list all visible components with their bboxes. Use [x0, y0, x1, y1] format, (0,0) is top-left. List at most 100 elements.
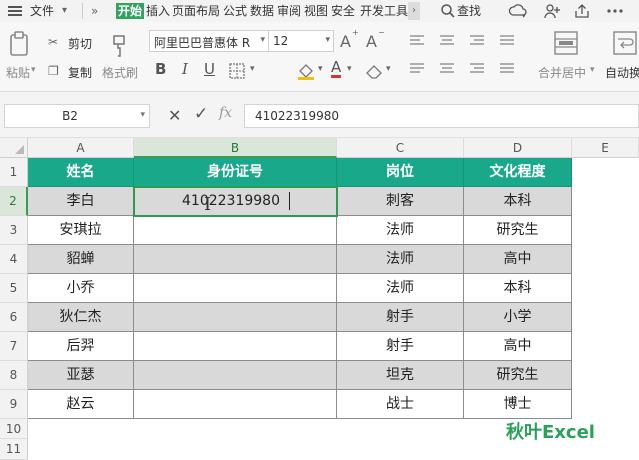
tab-insert[interactable]: 插入 — [146, 3, 170, 19]
row-header[interactable]: 5 — [0, 274, 28, 303]
wrap-text-button[interactable]: 自动换 — [605, 64, 639, 81]
table-cell[interactable] — [134, 216, 337, 245]
tab-formulas[interactable]: 公式 — [223, 3, 247, 19]
tab-home[interactable]: 开始 — [116, 3, 145, 19]
table-cell[interactable]: 研究生 — [464, 361, 572, 390]
table-cell[interactable]: 博士 — [464, 390, 572, 419]
table-cell[interactable]: 李白 — [28, 187, 134, 216]
table-cell[interactable] — [134, 303, 337, 332]
table-cell[interactable] — [134, 274, 337, 303]
table-cell[interactable]: 法师 — [337, 245, 464, 274]
chevron-down-icon[interactable]: ▾ — [260, 35, 265, 45]
tab-review[interactable]: 审阅 — [277, 3, 301, 19]
row-header[interactable]: 4 — [0, 245, 28, 274]
header-cell-education[interactable]: 文化程度 — [464, 158, 572, 187]
tab-developer[interactable]: 开发工具 — [360, 3, 408, 19]
formula-input[interactable]: 41022319980 — [244, 104, 639, 128]
format-painter-button[interactable]: 格式刷 — [102, 64, 138, 81]
column-header-d[interactable]: D — [464, 138, 572, 158]
share-icon[interactable] — [572, 2, 592, 20]
header-cell-position[interactable]: 岗位 — [337, 158, 464, 187]
column-header-c[interactable]: C — [337, 138, 464, 158]
table-cell[interactable]: 小学 — [464, 303, 572, 332]
row-header[interactable]: 11 — [0, 439, 28, 460]
search-icon[interactable] — [440, 3, 456, 19]
table-cell[interactable]: 本科 — [464, 274, 572, 303]
name-box[interactable]: B2 ▾ — [4, 104, 150, 128]
underline-button[interactable]: U — [204, 60, 215, 78]
chevron-down-icon[interactable]: ▾ — [347, 64, 352, 74]
row-header[interactable]: 9 — [0, 390, 28, 419]
tab-view[interactable]: 视图 — [304, 3, 328, 19]
select-all-corner[interactable] — [0, 138, 28, 158]
table-cell[interactable]: 赵云 — [28, 390, 134, 419]
table-cell[interactable]: 后羿 — [28, 332, 134, 361]
tab-security[interactable]: 安全 — [331, 3, 355, 19]
table-cell[interactable]: 法师 — [337, 216, 464, 245]
table-cell[interactable]: 战士 — [337, 390, 464, 419]
user-share-icon[interactable] — [542, 2, 562, 20]
font-color-button[interactable]: A — [331, 59, 342, 78]
chevron-down-icon[interactable]: ▾ — [140, 110, 145, 120]
chevron-down-icon[interactable]: ▾ — [31, 65, 36, 75]
cut-button[interactable]: 剪切 — [68, 35, 92, 52]
file-menu[interactable]: 文件 — [30, 2, 54, 20]
table-cell[interactable] — [134, 390, 337, 419]
paste-icon[interactable] — [8, 30, 32, 58]
table-cell[interactable]: 亚瑟 — [28, 361, 134, 390]
table-cell[interactable]: 高中 — [464, 332, 572, 361]
copy-button[interactable]: 复制 — [68, 64, 92, 81]
row-header[interactable]: 6 — [0, 303, 28, 332]
chevron-down-icon[interactable]: ▾ — [250, 64, 255, 74]
table-cell[interactable]: 刺客 — [337, 187, 464, 216]
table-cell[interactable]: 坦克 — [337, 361, 464, 390]
table-cell[interactable]: 高中 — [464, 245, 572, 274]
more-menus-button[interactable]: » — [91, 2, 98, 20]
tabs-scroll-right-button[interactable]: › — [408, 2, 420, 20]
table-cell[interactable]: 貂蝉 — [28, 245, 134, 274]
format-painter-icon[interactable] — [108, 32, 130, 58]
chevron-down-icon[interactable]: ▾ — [386, 64, 391, 74]
table-cell[interactable]: 射手 — [337, 332, 464, 361]
shrink-font-button[interactable]: A — [366, 32, 377, 51]
eraser-icon[interactable] — [364, 62, 386, 80]
more-dots-icon[interactable] — [605, 2, 625, 20]
chevron-down-icon[interactable]: ▾ — [62, 2, 67, 20]
column-header-a[interactable]: A — [28, 138, 134, 158]
chevron-down-icon[interactable]: ▾ — [318, 64, 323, 74]
hamburger-menu-icon[interactable] — [8, 4, 22, 18]
table-cell[interactable]: 狄仁杰 — [28, 303, 134, 332]
row-header[interactable]: 10 — [0, 419, 28, 439]
row-header[interactable]: 1 — [0, 158, 28, 187]
table-cell[interactable]: 41022319980 — [134, 187, 337, 216]
row-header[interactable]: 7 — [0, 332, 28, 361]
tab-page-layout[interactable]: 页面布局 — [172, 3, 220, 19]
insert-function-icon[interactable]: fx — [219, 105, 232, 121]
row-header[interactable]: 8 — [0, 361, 28, 390]
alignment-icons[interactable] — [408, 32, 528, 82]
cancel-entry-icon[interactable]: ✕ — [168, 106, 181, 125]
paste-button[interactable]: 粘贴 — [6, 64, 30, 81]
table-cell[interactable]: 小乔 — [28, 274, 134, 303]
row-header[interactable]: 2 — [0, 187, 28, 216]
chevron-down-icon[interactable]: ▾ — [590, 65, 595, 75]
wrap-text-icon[interactable] — [612, 30, 638, 56]
search-button[interactable]: 查找 — [457, 2, 481, 20]
chevron-down-icon[interactable]: ▾ — [325, 35, 330, 45]
header-cell-name[interactable]: 姓名 — [28, 158, 134, 187]
table-cell[interactable] — [134, 245, 337, 274]
bold-button[interactable]: B — [155, 60, 166, 78]
font-size-select[interactable]: 12 ▾ — [268, 30, 334, 52]
table-cell[interactable] — [134, 332, 337, 361]
table-cell[interactable] — [134, 361, 337, 390]
italic-button[interactable]: I — [182, 60, 188, 78]
merge-center-icon[interactable] — [553, 30, 579, 56]
table-cell[interactable]: 法师 — [337, 274, 464, 303]
cloud-sync-icon[interactable]: ▾ — [508, 2, 528, 20]
border-icon[interactable] — [228, 62, 246, 80]
table-cell[interactable]: 射手 — [337, 303, 464, 332]
header-cell-id-number[interactable]: 身份证号 — [134, 158, 337, 187]
font-name-select[interactable]: 阿里巴巴普惠体 R ▾ — [149, 30, 269, 52]
tab-data[interactable]: 数据 — [250, 3, 274, 19]
table-cell[interactable]: 研究生 — [464, 216, 572, 245]
